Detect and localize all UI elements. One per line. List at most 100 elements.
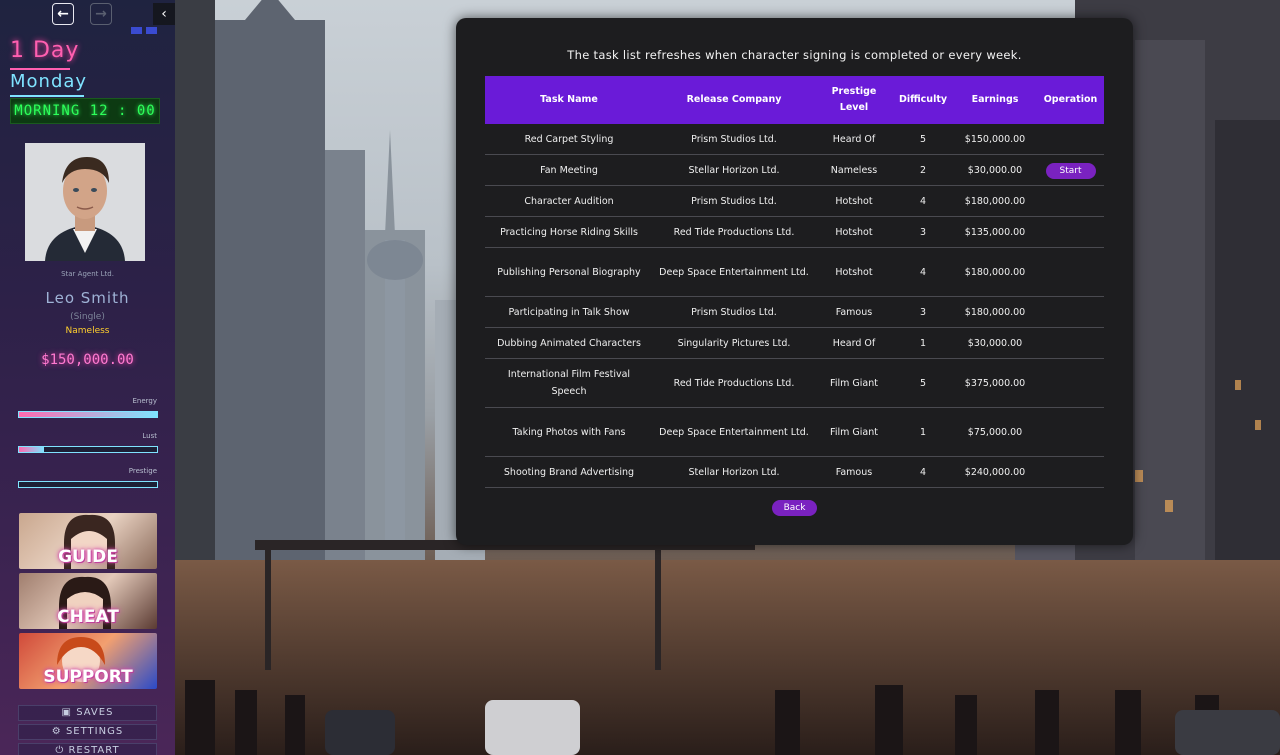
restart-label: RESTART [68, 745, 120, 755]
company-cell: Stellar Horizon Ltd. [653, 456, 815, 488]
language-flag-icon[interactable] [146, 27, 157, 34]
company-cell: Red Tide Productions Ltd. [653, 216, 815, 248]
difficulty-cell: 1 [893, 327, 953, 359]
table-row: Shooting Brand Advertising Stellar Horizo… [485, 456, 1104, 488]
earnings-cell: $180,000.00 [953, 185, 1037, 217]
prestige-level-cell: Nameless [815, 154, 893, 186]
prestige-level-cell: Hotshot [815, 185, 893, 217]
prestige-level-cell: Film Giant [815, 358, 893, 408]
operation-cell [1037, 296, 1104, 328]
task-table: Task Name Release Company Prestige Level… [485, 76, 1104, 488]
earnings-cell: $135,000.00 [953, 216, 1037, 248]
company-cell: Deep Space Entertainment Ltd. [653, 247, 815, 297]
table-row: Participating in Talk Show Prism Studios … [485, 296, 1104, 328]
collapse-sidebar-button[interactable]: ‹ [153, 3, 175, 25]
table-row: Publishing Personal Biography Deep Space … [485, 247, 1104, 297]
task-name-cell: Taking Photos with Fans [485, 407, 653, 457]
lust-label: Lust [142, 432, 157, 440]
cheat-label: CHEAT [57, 607, 119, 627]
difficulty-cell: 4 [893, 247, 953, 297]
weekday-label: Monday [10, 71, 88, 92]
col-earnings: Earnings [953, 76, 1037, 124]
difficulty-cell: 1 [893, 407, 953, 457]
back-button[interactable]: Back [772, 500, 817, 516]
company-cell: Deep Space Entertainment Ltd. [653, 407, 815, 457]
table-row: Red Carpet Styling Prism Studios Ltd. Hear… [485, 124, 1104, 155]
saves-button[interactable]: ▣ SAVES [18, 705, 157, 721]
time-display: MORNING 12 : 00 [10, 98, 160, 124]
prestige-level-cell: Hotshot [815, 216, 893, 248]
table-row: Fan Meeting Stellar Horizon Ltd. Nameless 2… [485, 154, 1104, 186]
table-row: Character Audition Prism Studios Ltd. Hots… [485, 185, 1104, 217]
earnings-cell: $75,000.00 [953, 407, 1037, 457]
operation-cell [1037, 185, 1104, 217]
earnings-cell: $150,000.00 [953, 124, 1037, 155]
earnings-cell: $180,000.00 [953, 296, 1037, 328]
col-task-name: Task Name [485, 76, 653, 124]
task-list-dialog: The task list refreshes when character s… [456, 18, 1133, 545]
restart-button[interactable]: ⏻ RESTART [18, 743, 157, 755]
start-task-button[interactable]: Start [1045, 162, 1096, 179]
company-cell: Red Tide Productions Ltd. [653, 358, 815, 408]
settings-button[interactable]: ⚙ SETTINGS [18, 724, 157, 740]
col-release-company: Release Company [653, 76, 815, 124]
support-label: SUPPORT [43, 667, 133, 687]
prestige-level-cell: Famous [815, 456, 893, 488]
operation-cell [1037, 456, 1104, 488]
task-rows: Red Carpet Styling Prism Studios Ltd. Hear… [485, 124, 1104, 488]
difficulty-cell: 4 [893, 456, 953, 488]
day-counter: 1 Day [10, 38, 80, 63]
guide-banner[interactable]: GUIDE [19, 513, 157, 569]
character-name: Leo Smith [45, 289, 130, 307]
character-portrait[interactable] [25, 143, 145, 261]
prestige-level-cell: Heard Of [815, 124, 893, 155]
saves-label: SAVES [76, 707, 114, 718]
guide-label: GUIDE [58, 547, 118, 567]
difficulty-cell: 3 [893, 216, 953, 248]
earnings-cell: $240,000.00 [953, 456, 1037, 488]
chevron-left-icon: ‹ [161, 6, 167, 22]
energy-bar-fill [19, 412, 157, 417]
operation-cell [1037, 358, 1104, 408]
cheat-banner[interactable]: CHEAT [19, 573, 157, 629]
language-flag-icon[interactable] [131, 27, 142, 34]
company-cell: Prism Studios Ltd. [653, 296, 815, 328]
table-row: Taking Photos with Fans Deep Space Entert… [485, 407, 1104, 457]
lust-bar-fill [19, 447, 44, 452]
table-header-row: Task Name Release Company Prestige Level… [485, 76, 1104, 124]
relationship-status: (Single) [70, 312, 105, 322]
arrow-right-icon: → [95, 6, 107, 22]
gear-icon: ⚙ [51, 726, 62, 737]
agency-name: Star Agent Ltd. [61, 270, 114, 278]
operation-cell: Start [1037, 154, 1104, 186]
support-banner[interactable]: SUPPORT [19, 633, 157, 689]
task-name-cell: Practicing Horse Riding Skills [485, 216, 653, 248]
money-balance: $150,000.00 [41, 352, 134, 368]
difficulty-cell: 2 [893, 154, 953, 186]
operation-cell [1037, 124, 1104, 155]
prestige-rank: Nameless [65, 326, 110, 336]
lust-bar [18, 446, 158, 453]
save-icon: ▣ [61, 707, 72, 718]
operation-cell [1037, 327, 1104, 359]
divider [10, 68, 70, 70]
earnings-cell: $30,000.00 [953, 327, 1037, 359]
back-arrow-button[interactable]: ← [52, 3, 74, 25]
portrait-image [25, 143, 145, 261]
earnings-cell: $375,000.00 [953, 358, 1037, 408]
prestige-level-cell: Film Giant [815, 407, 893, 457]
divider [10, 95, 84, 97]
earnings-cell: $180,000.00 [953, 247, 1037, 297]
prestige-level-cell: Famous [815, 296, 893, 328]
prestige-level-cell: Hotshot [815, 247, 893, 297]
sidebar: ← → ‹ 1 Day Monday MORNING 12 : 00 Star … [0, 0, 175, 755]
refresh-notice: The task list refreshes when character s… [567, 48, 1022, 62]
col-operation: Operation [1037, 76, 1104, 124]
prestige-level-cell: Heard Of [815, 327, 893, 359]
difficulty-cell: 3 [893, 296, 953, 328]
operation-cell [1037, 247, 1104, 297]
forward-arrow-button[interactable]: → [90, 3, 112, 25]
task-name-cell: Red Carpet Styling [485, 124, 653, 155]
prestige-bar [18, 481, 158, 488]
task-name-cell: International Film Festival Speech [485, 358, 653, 408]
